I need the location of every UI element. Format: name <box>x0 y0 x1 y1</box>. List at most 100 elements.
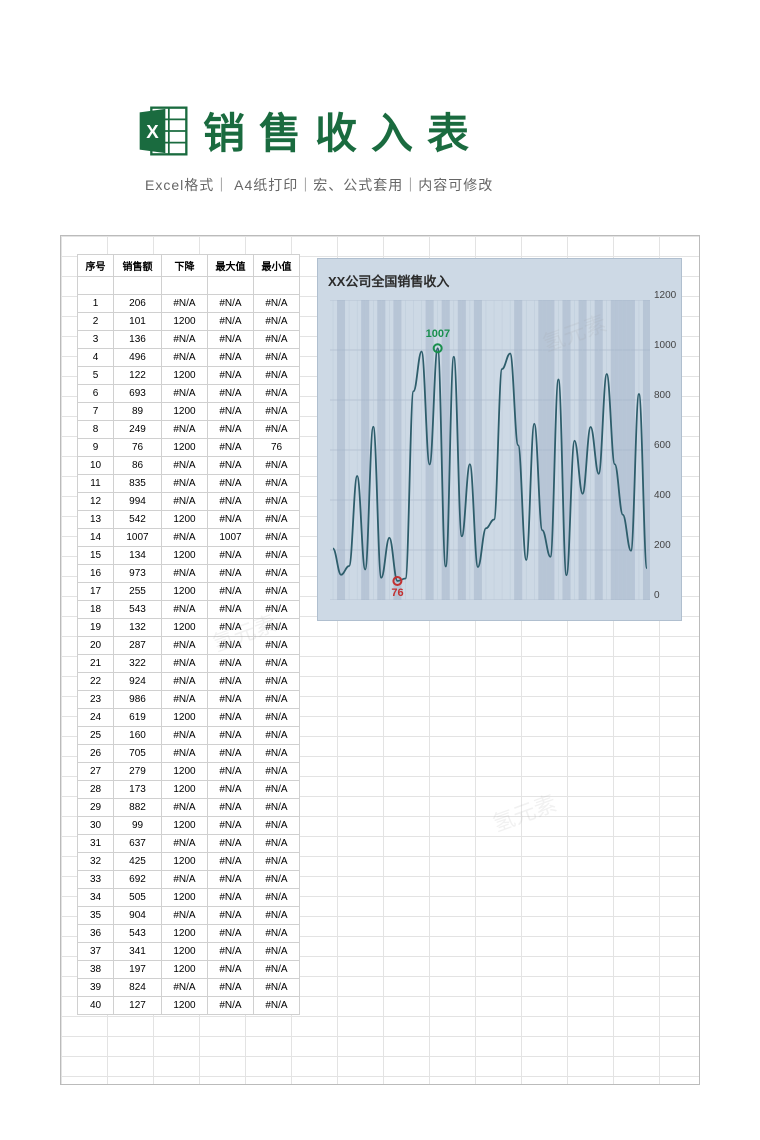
cell[interactable]: #N/A <box>254 871 300 889</box>
cell[interactable]: 19 <box>78 619 114 637</box>
cell[interactable]: #N/A <box>208 583 254 601</box>
cell[interactable]: 637 <box>114 835 162 853</box>
cell[interactable]: 197 <box>114 961 162 979</box>
cell[interactable]: #N/A <box>208 619 254 637</box>
cell[interactable]: #N/A <box>208 349 254 367</box>
table-row[interactable]: 365431200#N/A#N/A <box>78 925 300 943</box>
table-row[interactable]: 51221200#N/A#N/A <box>78 367 300 385</box>
table-row[interactable]: 373411200#N/A#N/A <box>78 943 300 961</box>
table-row[interactable]: 21322#N/A#N/A#N/A <box>78 655 300 673</box>
table-row[interactable]: 141007#N/A1007#N/A <box>78 529 300 547</box>
cell[interactable]: 1200 <box>162 889 208 907</box>
cell[interactable]: 3 <box>78 331 114 349</box>
cell[interactable]: #N/A <box>162 349 208 367</box>
cell[interactable]: 4 <box>78 349 114 367</box>
cell[interactable]: #N/A <box>162 979 208 997</box>
cell[interactable]: 543 <box>114 925 162 943</box>
cell[interactable]: 904 <box>114 907 162 925</box>
cell[interactable]: 15 <box>78 547 114 565</box>
cell[interactable]: 14 <box>78 529 114 547</box>
cell[interactable]: 496 <box>114 349 162 367</box>
cell[interactable]: 619 <box>114 709 162 727</box>
cell[interactable]: 505 <box>114 889 162 907</box>
cell[interactable]: 1200 <box>162 943 208 961</box>
cell[interactable]: #N/A <box>254 313 300 331</box>
col-header[interactable]: 最小值 <box>254 255 300 277</box>
cell[interactable]: 8 <box>78 421 114 439</box>
cell[interactable]: 249 <box>114 421 162 439</box>
cell[interactable]: #N/A <box>208 943 254 961</box>
cell[interactable]: #N/A <box>162 835 208 853</box>
table-row[interactable]: 1206#N/A#N/A#N/A <box>78 295 300 313</box>
cell[interactable]: #N/A <box>254 709 300 727</box>
table-row[interactable]: 25160#N/A#N/A#N/A <box>78 727 300 745</box>
col-header[interactable]: 序号 <box>78 255 114 277</box>
cell[interactable]: 1200 <box>162 547 208 565</box>
cell[interactable]: 35 <box>78 907 114 925</box>
cell[interactable]: #N/A <box>162 565 208 583</box>
cell[interactable]: #N/A <box>208 745 254 763</box>
cell[interactable]: 1007 <box>208 529 254 547</box>
cell[interactable]: #N/A <box>254 619 300 637</box>
cell[interactable]: 425 <box>114 853 162 871</box>
cell[interactable]: 835 <box>114 475 162 493</box>
table-row[interactable]: 8249#N/A#N/A#N/A <box>78 421 300 439</box>
cell[interactable]: #N/A <box>254 853 300 871</box>
table-row[interactable]: 26705#N/A#N/A#N/A <box>78 745 300 763</box>
cell[interactable]: 1200 <box>162 925 208 943</box>
cell[interactable]: #N/A <box>254 961 300 979</box>
cell[interactable]: #N/A <box>208 331 254 349</box>
cell[interactable]: #N/A <box>254 457 300 475</box>
table-row[interactable]: 39824#N/A#N/A#N/A <box>78 979 300 997</box>
cell[interactable]: 76 <box>114 439 162 457</box>
cell[interactable]: 134 <box>114 547 162 565</box>
cell[interactable]: #N/A <box>208 961 254 979</box>
table-row[interactable]: 29882#N/A#N/A#N/A <box>78 799 300 817</box>
cell[interactable]: 7 <box>78 403 114 421</box>
cell[interactable]: 173 <box>114 781 162 799</box>
cell[interactable]: 17 <box>78 583 114 601</box>
cell[interactable]: 10 <box>78 457 114 475</box>
cell[interactable]: 38 <box>78 961 114 979</box>
cell[interactable]: 101 <box>114 313 162 331</box>
cell[interactable]: #N/A <box>208 871 254 889</box>
data-table[interactable]: 序号 销售额 下降 最大值 最小值 1206#N/A#N/A#N/A210112… <box>77 254 300 1015</box>
cell[interactable]: 12 <box>78 493 114 511</box>
cell[interactable]: #N/A <box>208 457 254 475</box>
cell[interactable]: 341 <box>114 943 162 961</box>
cell[interactable]: 89 <box>114 403 162 421</box>
cell[interactable]: 543 <box>114 601 162 619</box>
cell[interactable]: 33 <box>78 871 114 889</box>
cell[interactable]: 99 <box>114 817 162 835</box>
cell[interactable]: 13 <box>78 511 114 529</box>
table-row[interactable]: 21011200#N/A#N/A <box>78 313 300 331</box>
cell[interactable]: #N/A <box>254 493 300 511</box>
cell[interactable]: #N/A <box>254 637 300 655</box>
cell[interactable]: #N/A <box>254 727 300 745</box>
table-row[interactable]: 30991200#N/A#N/A <box>78 817 300 835</box>
cell[interactable]: #N/A <box>208 907 254 925</box>
cell[interactable]: #N/A <box>208 997 254 1015</box>
cell[interactable]: 705 <box>114 745 162 763</box>
table-row[interactable]: 135421200#N/A#N/A <box>78 511 300 529</box>
cell[interactable]: 127 <box>114 997 162 1015</box>
cell[interactable]: 542 <box>114 511 162 529</box>
cell[interactable]: #N/A <box>208 655 254 673</box>
cell[interactable]: #N/A <box>254 331 300 349</box>
cell[interactable]: 1200 <box>162 763 208 781</box>
cell[interactable]: #N/A <box>208 601 254 619</box>
cell[interactable]: #N/A <box>254 295 300 313</box>
cell[interactable]: 5 <box>78 367 114 385</box>
cell[interactable]: #N/A <box>254 781 300 799</box>
cell[interactable]: 994 <box>114 493 162 511</box>
cell[interactable]: #N/A <box>162 529 208 547</box>
cell[interactable]: 1200 <box>162 781 208 799</box>
cell[interactable]: 986 <box>114 691 162 709</box>
cell[interactable]: 279 <box>114 763 162 781</box>
cell[interactable]: #N/A <box>254 367 300 385</box>
cell[interactable]: #N/A <box>162 331 208 349</box>
table-row[interactable]: 246191200#N/A#N/A <box>78 709 300 727</box>
cell[interactable]: #N/A <box>208 763 254 781</box>
cell[interactable]: #N/A <box>208 421 254 439</box>
cell[interactable]: #N/A <box>162 799 208 817</box>
